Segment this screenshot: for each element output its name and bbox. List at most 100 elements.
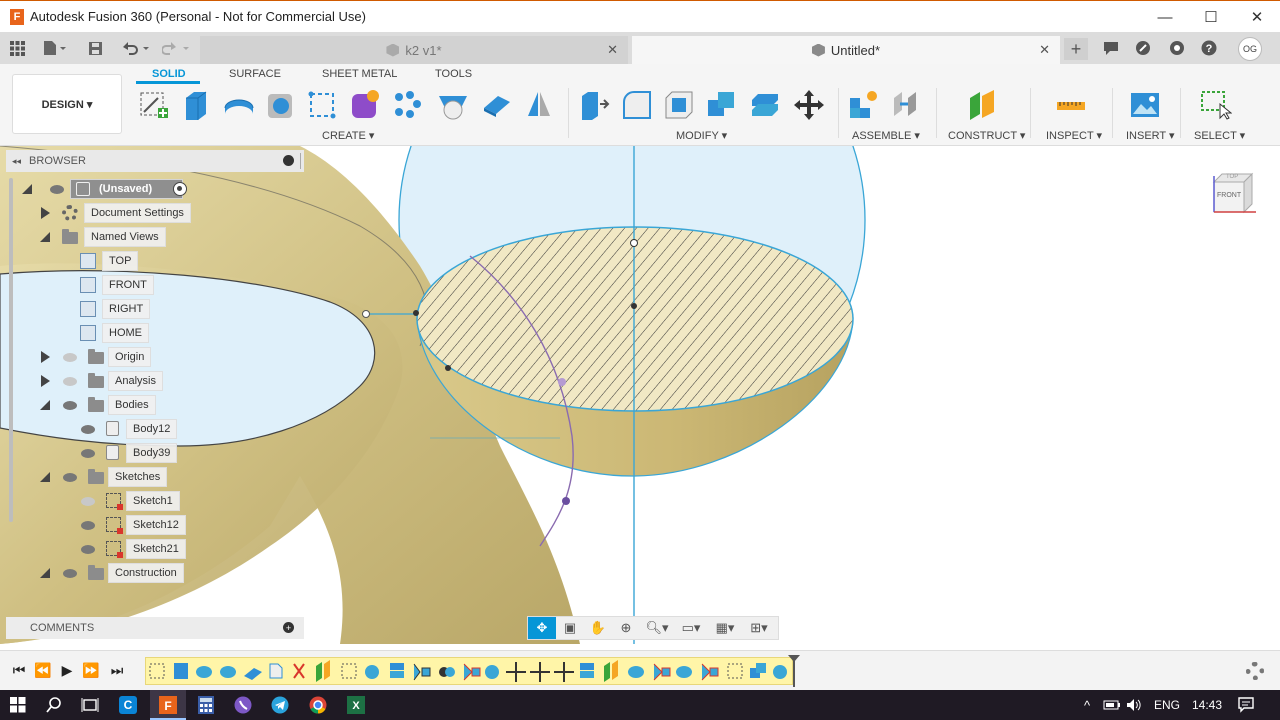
pan-hand-icon[interactable]: ✋ [584, 617, 612, 639]
help-icon[interactable]: ? [1198, 38, 1220, 58]
visibility-eye-icon[interactable] [81, 545, 95, 554]
sketch-point[interactable] [445, 365, 451, 371]
timeline-track[interactable] [145, 657, 793, 685]
browser-item-analysis[interactable]: Analysis [108, 371, 163, 391]
create-sketch-icon[interactable] [138, 88, 172, 122]
language-indicator[interactable]: ENG [1154, 698, 1180, 712]
workspace-switcher-button[interactable]: DESIGN ▾ [12, 74, 122, 134]
telegram-icon[interactable] [270, 695, 290, 715]
collapse-arrow-icon[interactable] [40, 568, 50, 578]
shell-icon[interactable] [662, 88, 696, 122]
extensions-icon[interactable] [1132, 38, 1154, 58]
visibility-eye-icon[interactable] [63, 377, 77, 386]
canvas-viewport[interactable]: FRONT TOP [0, 146, 1280, 644]
tab-sheet-metal[interactable]: SHEET METAL [322, 68, 397, 80]
tray-overflow-chevron-icon[interactable]: ^ [1084, 698, 1090, 713]
expand-arrow-icon[interactable] [41, 351, 50, 363]
action-center-icon[interactable] [1236, 695, 1256, 715]
insert-image-icon[interactable] [1128, 88, 1162, 122]
windows-start-icon[interactable] [8, 695, 28, 715]
assemble-group-label[interactable]: ASSEMBLE ▾ [852, 129, 920, 142]
tab-k2[interactable]: k2 v1* ✕ [200, 36, 628, 64]
browser-item-view-right[interactable]: RIGHT [102, 299, 151, 319]
grid-settings-icon[interactable]: ▦▾ [708, 617, 742, 639]
clock-time[interactable]: 14:43 [1192, 698, 1222, 712]
browser-item-sketch12[interactable]: Sketch12 [126, 515, 186, 535]
undo-icon[interactable] [118, 38, 152, 58]
browser-item-construction[interactable]: Construction [108, 563, 184, 583]
tab-close-icon[interactable]: ✕ [607, 42, 618, 58]
maximize-button[interactable]: ☐ [1188, 1, 1234, 33]
task-view-icon[interactable] [80, 695, 100, 715]
visibility-eye-icon[interactable] [50, 185, 64, 194]
joint-icon[interactable] [890, 88, 924, 122]
fillet-icon[interactable] [620, 88, 654, 122]
display-settings-icon[interactable]: ▭▾ [674, 617, 708, 639]
minimize-panel-icon[interactable] [283, 155, 294, 166]
browser-item-named-views[interactable]: Named Views [84, 227, 166, 247]
extrude-icon[interactable] [180, 88, 214, 122]
excel-icon[interactable]: X [346, 695, 366, 715]
battery-icon[interactable] [1102, 695, 1122, 715]
browser-item-sketch1[interactable]: Sketch1 [126, 491, 180, 511]
timeline-first-icon[interactable]: ⏮ [10, 661, 28, 679]
fit-zoom-icon[interactable]: 🔍︎▾ [640, 617, 674, 639]
create-form-icon[interactable] [348, 88, 382, 122]
hole-icon[interactable] [436, 88, 470, 122]
timeline-features[interactable] [146, 658, 794, 686]
browser-header[interactable]: ◂◂ BROWSER [6, 150, 304, 172]
modify-group-label[interactable]: MODIFY ▾ [676, 129, 727, 142]
create-group-label[interactable]: CREATE ▾ [322, 129, 374, 142]
browser-item-origin[interactable]: Origin [108, 347, 152, 367]
timeline-next-icon[interactable]: ⏩ [82, 661, 100, 679]
visibility-eye-icon[interactable] [63, 473, 77, 482]
visibility-eye-icon[interactable] [81, 497, 95, 506]
save-icon[interactable] [84, 38, 106, 58]
calculator-icon[interactable] [196, 695, 216, 715]
combine-icon[interactable] [704, 88, 738, 122]
browser-scrollbar[interactable] [9, 178, 13, 522]
activate-radio-icon[interactable] [173, 182, 187, 196]
visibility-eye-icon[interactable] [81, 449, 95, 458]
browser-item-view-top[interactable]: TOP [102, 251, 139, 271]
visibility-eye-icon[interactable] [63, 353, 77, 362]
measure-icon[interactable] [1054, 88, 1088, 122]
orbit-icon[interactable]: ✥ [528, 617, 556, 639]
comments-panel[interactable]: COMMENTS + [6, 617, 304, 639]
sketch-point[interactable] [362, 310, 370, 318]
sketch-point[interactable] [413, 310, 419, 316]
file-menu-icon[interactable] [40, 38, 70, 58]
tab-tools[interactable]: TOOLS [435, 68, 472, 80]
close-button[interactable]: ✕ [1234, 1, 1280, 33]
sketch-center-point[interactable] [631, 303, 637, 309]
collapse-panel-icon[interactable]: ◂◂ [12, 156, 21, 167]
timeline-last-icon[interactable]: ⏭ [108, 661, 126, 679]
model-canvas[interactable] [0, 146, 1280, 644]
visibility-eye-icon[interactable] [81, 425, 95, 434]
volume-icon[interactable] [1124, 695, 1144, 715]
minimize-button[interactable]: — [1142, 1, 1188, 33]
notifications-icon[interactable] [1166, 38, 1188, 58]
expand-arrow-icon[interactable] [41, 375, 50, 387]
browser-item-view-front[interactable]: FRONT [102, 275, 154, 295]
collapse-arrow-icon[interactable] [22, 184, 32, 194]
job-status-icon[interactable] [1100, 38, 1122, 58]
sweep-icon[interactable] [264, 88, 298, 122]
revolve-icon[interactable] [222, 88, 256, 122]
expand-arrow-icon[interactable] [41, 207, 50, 219]
collapse-arrow-icon[interactable] [40, 472, 50, 482]
zoom-icon[interactable]: ⊕ [612, 617, 640, 639]
panel-resize-handle[interactable] [300, 153, 304, 169]
visibility-eye-icon[interactable] [81, 521, 95, 530]
thread-icon[interactable] [480, 88, 514, 122]
press-pull-icon[interactable] [578, 88, 612, 122]
search-icon[interactable] [44, 695, 64, 715]
visibility-eye-icon[interactable] [63, 569, 77, 578]
collapse-arrow-icon[interactable] [40, 400, 50, 410]
select-window-icon[interactable] [1198, 88, 1232, 122]
add-comment-icon[interactable]: + [283, 622, 294, 633]
look-at-icon[interactable]: ▣ [556, 617, 584, 639]
offset-face-icon[interactable] [748, 88, 782, 122]
view-cube[interactable]: FRONT TOP [1208, 170, 1256, 218]
new-component-icon[interactable] [846, 88, 880, 122]
